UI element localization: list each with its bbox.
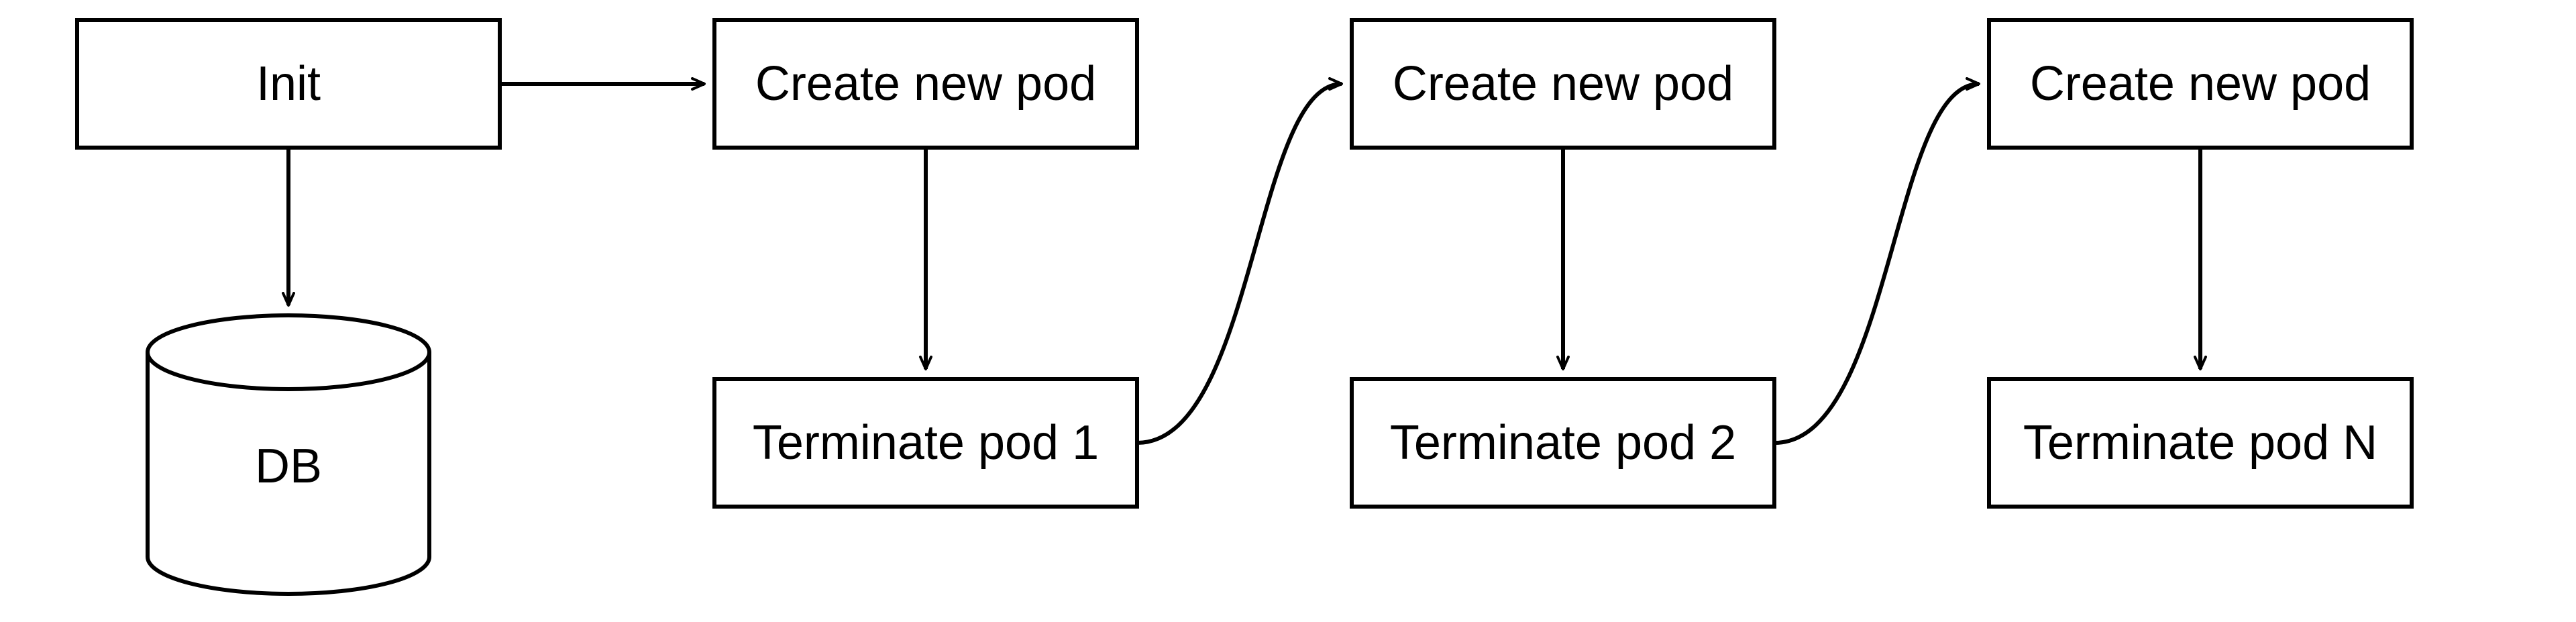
node-db-label: DB <box>255 439 322 493</box>
arrow-terminate1-create2 <box>1137 84 1342 443</box>
node-init: Init <box>77 20 500 148</box>
flow-diagram: Init DB Create new pod Terminate pod 1 C… <box>0 0 2576 622</box>
node-terminate-n: Terminate pod N <box>1989 379 2412 507</box>
node-db: DB <box>148 315 429 594</box>
node-terminate-n-label: Terminate pod N <box>2023 416 2377 470</box>
node-terminate-1-label: Terminate pod 1 <box>753 416 1099 470</box>
node-terminate-2: Terminate pod 2 <box>1352 379 1774 507</box>
arrow-terminate2-create3 <box>1774 84 1979 443</box>
node-terminate-1: Terminate pod 1 <box>714 379 1137 507</box>
node-init-label: Init <box>256 57 321 111</box>
node-create-3-label: Create new pod <box>2030 57 2371 111</box>
node-create-1-label: Create new pod <box>755 57 1096 111</box>
node-create-2: Create new pod <box>1352 20 1774 148</box>
node-create-3: Create new pod <box>1989 20 2412 148</box>
node-create-2-label: Create new pod <box>1393 57 1733 111</box>
node-create-1: Create new pod <box>714 20 1137 148</box>
node-terminate-2-label: Terminate pod 2 <box>1390 416 1736 470</box>
